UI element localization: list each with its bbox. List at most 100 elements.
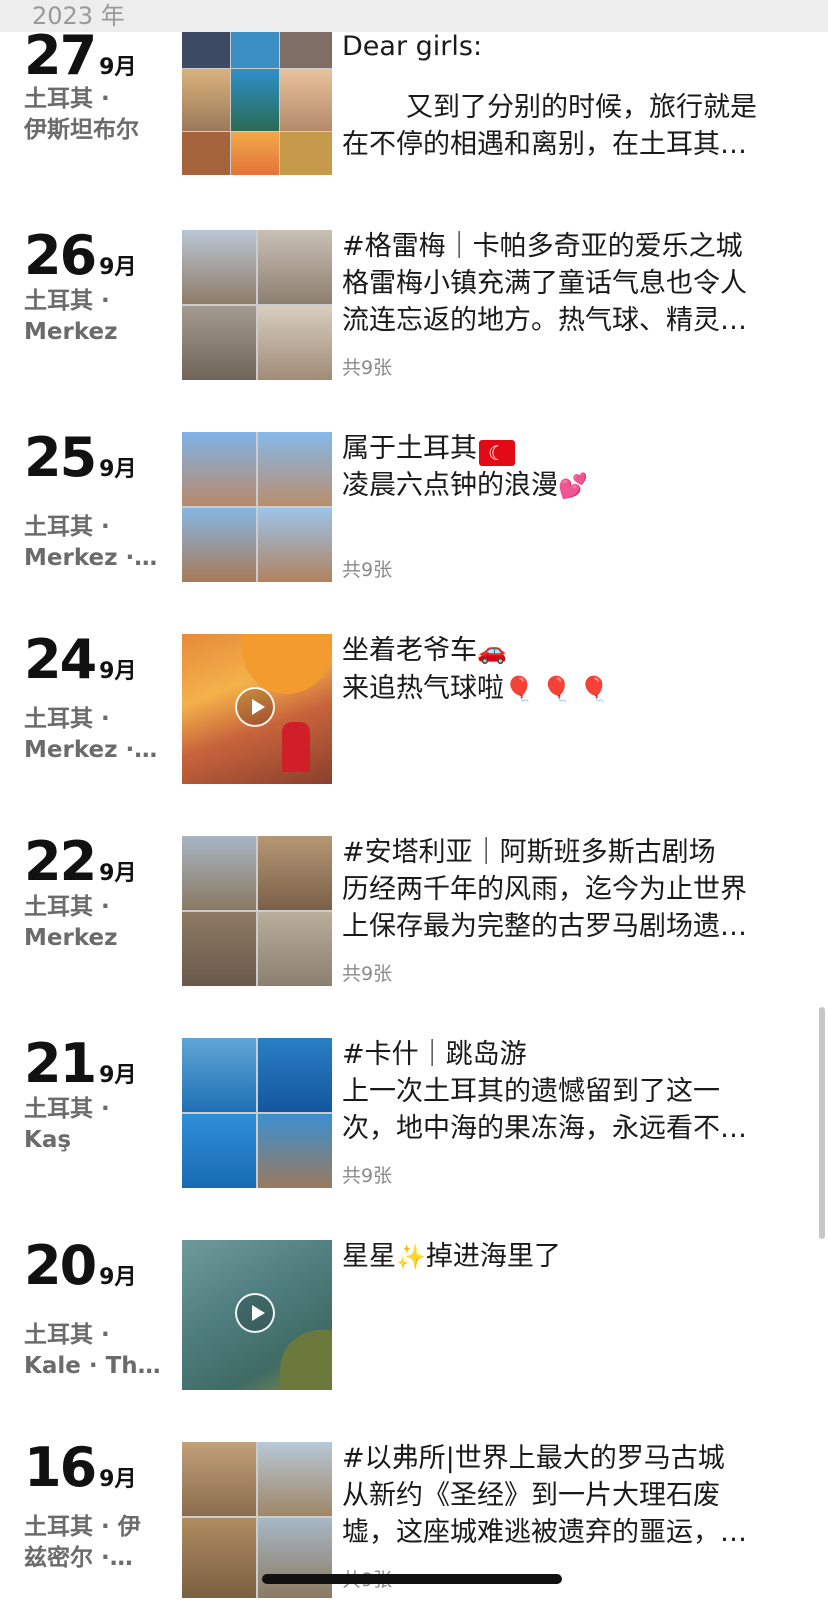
- caption-line: 又到了分别的时候，旅行就是: [406, 92, 757, 123]
- location-line: 土耳其 ·: [24, 706, 110, 732]
- scrollbar[interactable]: [819, 1007, 825, 1239]
- photo-count: 共9张: [342, 963, 393, 985]
- video-thumbnail[interactable]: [182, 1240, 332, 1390]
- sparkle-icon: ✨: [396, 1243, 426, 1271]
- location-line: 土耳其 ·: [24, 86, 110, 112]
- moment-entry[interactable]: 16 9月 土耳其 · 伊 兹密尔 ·… #以弗所|世界上最大的罗马古城 从新约…: [0, 1436, 828, 1612]
- moment-entry[interactable]: 21 9月 土耳其 · Kaş #卡什｜跳岛游 上一次土耳其的遗憾留到了这一 次…: [0, 1032, 828, 1208]
- caption-line: #以弗所|世界上最大的罗马古城: [342, 1443, 725, 1474]
- entry-date: 16 9月: [24, 1436, 136, 1499]
- caption-line: 从新约《圣经》到一片大理石废: [342, 1480, 720, 1511]
- caption-line: 上保存最为完整的古罗马剧场遗…: [342, 911, 747, 942]
- moment-entry[interactable]: 24 9月 土耳其 · Merkez ·… 坐着老爷车🚗 来追热气球啦🎈 🎈 🎈: [0, 628, 828, 804]
- entry-day: 25: [24, 426, 97, 489]
- entry-caption[interactable]: 星星✨掉进海里了: [342, 1238, 812, 1276]
- caption-line: #安塔利亚｜阿斯班多斯古剧场: [342, 837, 716, 868]
- entry-caption[interactable]: 属于土耳其 ☾ 凌晨六点钟的浪漫💕: [342, 430, 812, 505]
- entry-day: 20: [24, 1234, 97, 1297]
- entry-location: 土耳其 · Kaş: [24, 1094, 164, 1156]
- entry-caption[interactable]: #以弗所|世界上最大的罗马古城 从新约《圣经》到一片大理石废 墟，这座城难逃被遗…: [342, 1440, 812, 1551]
- entry-month: 9月: [99, 255, 137, 280]
- entry-date: 26 9月: [24, 224, 136, 287]
- caption-text: 属于土耳其: [342, 433, 477, 464]
- entry-location: 土耳其 · 伊 兹密尔 ·…: [24, 1512, 164, 1574]
- entry-date: 24 9月: [24, 628, 136, 691]
- location-line: Merkez ·…: [24, 737, 158, 763]
- moment-entry[interactable]: 27 9月 土耳其 · 伊斯坦布尔 Dear girls: 又到了分别的时候，旅…: [0, 24, 828, 200]
- caption-text: 掉进海里了: [425, 1241, 561, 1272]
- entry-day: 26: [24, 224, 97, 287]
- caption-line: #卡什｜跳岛游: [342, 1039, 527, 1070]
- entry-day: 21: [24, 1032, 97, 1095]
- caption-text: 坐着老爷车: [342, 635, 477, 666]
- location-line: 兹密尔 ·…: [24, 1545, 133, 1571]
- location-line: 土耳其 ·: [24, 1096, 110, 1122]
- entry-caption[interactable]: #格雷梅｜卡帕多奇亚的爱乐之城 格雷梅小镇充满了童话气息也令人 流连忘返的地方。…: [342, 228, 812, 339]
- photo-count: 共9张: [342, 1165, 393, 1187]
- caption-line: Dear girls:: [342, 31, 483, 62]
- video-thumbnail[interactable]: [182, 634, 332, 784]
- location-line: Merkez: [24, 925, 118, 951]
- entry-date: 22 9月: [24, 830, 136, 893]
- year-label: 2023 年: [32, 2, 125, 30]
- caption-line: 历经两千年的风雨，迄今为止世界: [342, 874, 747, 905]
- caption-line: 格雷梅小镇充满了童话气息也令人: [342, 268, 747, 299]
- caption-line: 流连忘返的地方。热气球、精灵…: [342, 305, 747, 336]
- balloon-icon: 🎈 🎈 🎈: [504, 675, 609, 703]
- entry-day: 22: [24, 830, 97, 893]
- caption-text: 凌晨六点钟的浪漫: [342, 470, 558, 501]
- entry-day: 16: [24, 1436, 97, 1499]
- year-header: 2023 年: [0, 0, 828, 32]
- location-line: Merkez: [24, 319, 118, 345]
- entry-month: 9月: [99, 55, 137, 80]
- photo-grid-thumbnail[interactable]: [182, 230, 332, 380]
- play-icon[interactable]: [235, 1293, 275, 1333]
- entry-caption[interactable]: #安塔利亚｜阿斯班多斯古剧场 历经两千年的风雨，迄今为止世界 上保存最为完整的古…: [342, 834, 812, 945]
- moment-entry[interactable]: 26 9月 土耳其 · Merkez #格雷梅｜卡帕多奇亚的爱乐之城 格雷梅小镇…: [0, 224, 828, 400]
- photo-grid-thumbnail[interactable]: [182, 432, 332, 582]
- entry-month: 9月: [99, 1467, 137, 1492]
- entry-month: 9月: [99, 1063, 137, 1088]
- location-line: 土耳其 ·: [24, 894, 110, 920]
- entry-location: 土耳其 · 伊斯坦布尔: [24, 84, 164, 146]
- photo-count: 共9张: [342, 357, 393, 379]
- location-line: Kaş: [24, 1127, 72, 1153]
- caption-line: 在不停的相遇和离别，在土耳其…: [342, 129, 747, 160]
- entry-caption[interactable]: #卡什｜跳岛游 上一次土耳其的遗憾留到了这一 次，地中海的果冻海，永远看不…: [342, 1036, 812, 1147]
- entry-day: 24: [24, 628, 97, 691]
- entry-location: 土耳其 · Merkez: [24, 286, 164, 348]
- moment-entry[interactable]: 22 9月 土耳其 · Merkez #安塔利亚｜阿斯班多斯古剧场 历经两千年的…: [0, 830, 828, 1006]
- entry-date: 21 9月: [24, 1032, 136, 1095]
- heart-icon: 💕: [558, 472, 588, 500]
- entry-month: 9月: [99, 457, 137, 482]
- entry-date: 20 9月: [24, 1234, 136, 1297]
- entry-location: 土耳其 · Merkez ·…: [24, 512, 164, 574]
- moment-entry[interactable]: 25 9月 土耳其 · Merkez ·… 属于土耳其 ☾ 凌晨六点钟的浪漫💕 共…: [0, 426, 828, 602]
- entry-month: 9月: [99, 1265, 137, 1290]
- turkey-flag-icon: ☾: [479, 440, 515, 466]
- location-line: Merkez ·…: [24, 545, 158, 571]
- entry-caption[interactable]: Dear girls: 又到了分别的时候，旅行就是 在不停的相遇和离别，在土耳其…: [342, 28, 812, 163]
- caption-line: 墟，这座城难逃被遗弃的噩运，…: [342, 1517, 747, 1548]
- caption-line: #格雷梅｜卡帕多奇亚的爱乐之城: [342, 231, 743, 262]
- location-line: 土耳其 ·: [24, 288, 110, 314]
- caption-text: 来追热气球啦: [342, 673, 504, 704]
- entry-month: 9月: [99, 861, 137, 886]
- location-line: 土耳其 ·: [24, 514, 110, 540]
- photo-grid-thumbnail[interactable]: [182, 1038, 332, 1188]
- entry-day: 27: [24, 24, 97, 87]
- entry-location: 土耳其 · Merkez: [24, 892, 164, 954]
- home-indicator[interactable]: [262, 1574, 562, 1584]
- location-line: 土耳其 · 伊: [24, 1514, 141, 1540]
- location-line: 土耳其 ·: [24, 1322, 110, 1348]
- caption-line: 上一次土耳其的遗憾留到了这一: [342, 1076, 720, 1107]
- car-icon: 🚗: [477, 637, 507, 665]
- entry-caption[interactable]: 坐着老爷车🚗 来追热气球啦🎈 🎈 🎈: [342, 632, 812, 708]
- collage-thumbnail[interactable]: [182, 30, 332, 175]
- entry-location: 土耳其 · Kale · Th…: [24, 1320, 164, 1382]
- moment-entry[interactable]: 20 9月 土耳其 · Kale · Th… 星星✨掉进海里了: [0, 1234, 828, 1410]
- photo-grid-thumbnail[interactable]: [182, 836, 332, 986]
- entry-date: 27 9月: [24, 24, 136, 87]
- play-icon[interactable]: [235, 687, 275, 727]
- entry-location: 土耳其 · Merkez ·…: [24, 704, 164, 766]
